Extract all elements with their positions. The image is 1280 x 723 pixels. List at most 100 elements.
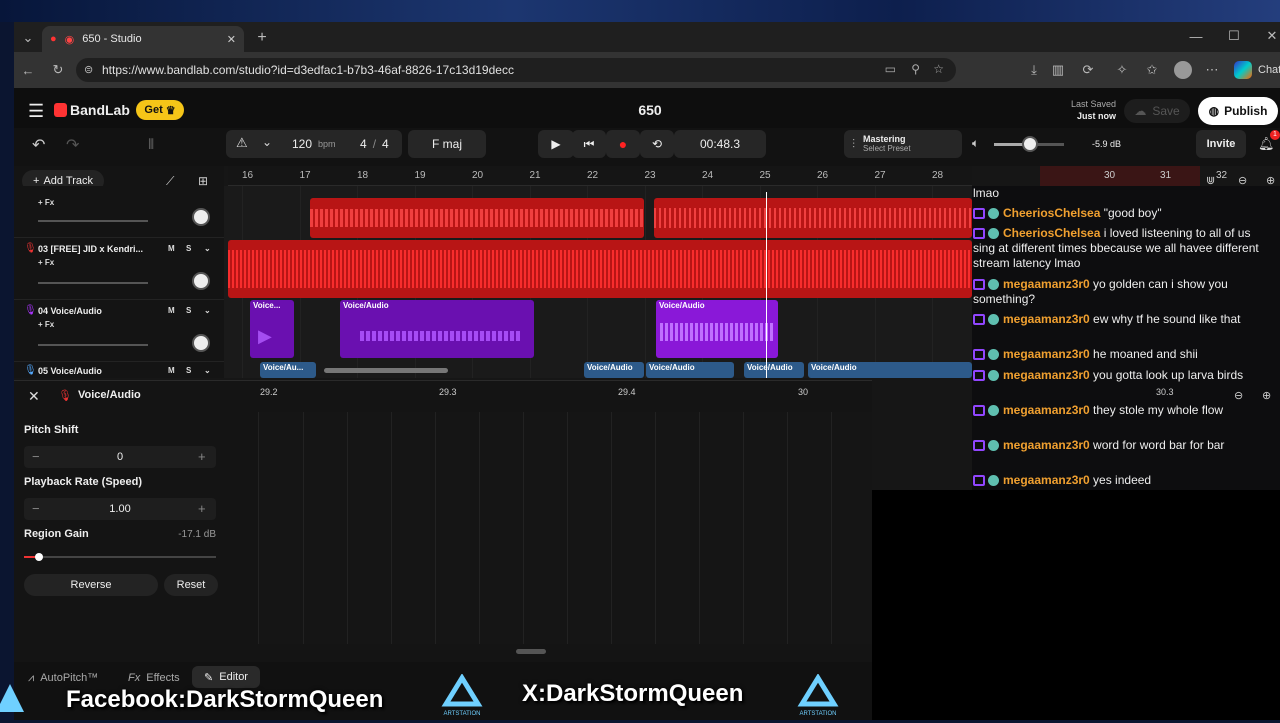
track-name[interactable]: 04 Voice/Audio bbox=[38, 306, 102, 316]
playback-rate-value[interactable]: 1.00 bbox=[100, 503, 140, 515]
back-icon[interactable]: ← bbox=[18, 60, 38, 80]
metronome-icon[interactable]: ⚠ bbox=[236, 135, 248, 151]
horizontal-scrollbar[interactable] bbox=[324, 368, 448, 373]
favorites-icon[interactable]: ✩ bbox=[1142, 60, 1162, 80]
mixer-icon[interactable]: ⦀ bbox=[148, 136, 154, 153]
track-header-5[interactable]: 🎙︎ 05 Voice/Audio M S ⌄ bbox=[14, 362, 224, 378]
solo-button[interactable]: S bbox=[186, 366, 191, 375]
track-header-2[interactable]: + Fx bbox=[14, 186, 224, 238]
browser-tab[interactable]: ● ◉ 650 - Studio ✕ bbox=[42, 26, 244, 52]
site-info-icon[interactable]: ⊜ bbox=[84, 63, 93, 76]
bpm-value[interactable]: 120 bbox=[292, 137, 312, 151]
track-pan-knob[interactable] bbox=[192, 334, 210, 352]
track-pan-knob[interactable] bbox=[192, 208, 210, 226]
audio-region[interactable] bbox=[654, 198, 972, 238]
track-options-icon[interactable]: ⌄ bbox=[204, 244, 211, 253]
voice-region[interactable]: Voice/Audio bbox=[656, 300, 778, 358]
extensions-icon[interactable]: ▥ bbox=[1048, 60, 1068, 80]
region-gain-slider[interactable] bbox=[24, 556, 216, 558]
timeline-ruler[interactable]: 16 17 18 19 20 21 22 23 24 25 26 27 28 bbox=[228, 166, 972, 186]
reset-button[interactable]: Reset bbox=[164, 574, 218, 596]
track-header-3[interactable]: 🎙︎ 03 [FREE] JID x Kendri... M S ⌄ + Fx bbox=[14, 238, 224, 300]
voice-region[interactable]: Voice/Audio bbox=[744, 362, 804, 378]
voice-region[interactable]: Voice/Audio bbox=[340, 300, 534, 358]
chat-button[interactable]: Chat bbox=[1258, 64, 1280, 76]
close-tab-icon[interactable]: ✕ bbox=[227, 33, 236, 46]
publish-button[interactable]: ◍ Publish bbox=[1198, 97, 1278, 125]
close-window-icon[interactable]: ✕ bbox=[1262, 26, 1280, 46]
menu-icon[interactable]: ☰ bbox=[28, 101, 44, 122]
get-membership-button[interactable]: Get ♛ bbox=[136, 100, 184, 120]
track-fx[interactable]: + Fx bbox=[38, 258, 54, 267]
favorite-icon[interactable]: ☆ bbox=[933, 62, 944, 76]
tab-list-icon[interactable]: ⌄ bbox=[18, 28, 38, 48]
editor-grid[interactable] bbox=[258, 412, 872, 644]
track-header-4[interactable]: 🎙︎ 04 Voice/Audio M S ⌄ + Fx bbox=[14, 300, 224, 362]
minimize-icon[interactable]: — bbox=[1186, 26, 1206, 46]
speaker-icon[interactable]: 🔈︎ bbox=[972, 136, 979, 151]
track-fx[interactable]: + Fx bbox=[38, 198, 54, 207]
editor-tab[interactable]: ✎ Editor bbox=[192, 666, 260, 688]
return-to-start-button[interactable]: ⏮ bbox=[572, 130, 606, 158]
track-name[interactable]: 03 [FREE] JID x Kendri... bbox=[38, 244, 143, 254]
track-name[interactable]: 05 Voice/Audio bbox=[38, 366, 102, 376]
metronome-dropdown-icon[interactable]: ⌄ bbox=[262, 135, 272, 149]
mastering-button[interactable]: ⫶ Mastering Select Preset bbox=[844, 130, 962, 158]
reverse-button[interactable]: Reverse bbox=[24, 574, 158, 596]
audio-region[interactable] bbox=[228, 240, 972, 298]
copilot-icon[interactable] bbox=[1234, 61, 1252, 79]
url-field[interactable]: ⊜ https://www.bandlab.com/studio?id=d3ed… bbox=[76, 58, 956, 82]
voice-region[interactable]: Voice/Audio bbox=[584, 362, 644, 378]
loop-button[interactable]: ⟲ bbox=[640, 130, 674, 158]
track-options-icon[interactable]: ⌄ bbox=[204, 306, 211, 315]
voice-region[interactable]: Voice/Audio bbox=[646, 362, 734, 378]
undo-icon[interactable]: ↶ bbox=[32, 135, 45, 155]
editor-zoom-out-icon[interactable]: ⊖ bbox=[1234, 389, 1243, 402]
maximize-icon[interactable]: ☐ bbox=[1224, 26, 1244, 46]
voice-region[interactable]: Voice/Au... bbox=[260, 362, 316, 378]
new-tab-icon[interactable]: + bbox=[252, 28, 272, 48]
more-icon[interactable]: ⋯ bbox=[1202, 60, 1222, 80]
rate-decrease-button[interactable]: − bbox=[32, 501, 40, 516]
record-button[interactable]: ● bbox=[606, 130, 640, 158]
voice-region[interactable]: Voice... ▶ bbox=[250, 300, 294, 358]
redo-icon[interactable]: ↷ bbox=[66, 135, 79, 155]
download-icon[interactable]: ⤓ bbox=[1024, 60, 1044, 80]
pitch-decrease-button[interactable]: − bbox=[32, 449, 40, 464]
track-fx[interactable]: + Fx bbox=[38, 320, 54, 329]
panel-resize-handle[interactable] bbox=[516, 649, 546, 654]
key-selector[interactable]: F maj bbox=[408, 130, 486, 158]
reload-icon[interactable]: ↻ bbox=[48, 60, 68, 80]
track-volume-slider[interactable] bbox=[38, 282, 148, 284]
save-button[interactable]: ☁ Save bbox=[1124, 99, 1190, 123]
editor-zoom-in-icon[interactable]: ⊕ bbox=[1262, 389, 1271, 402]
project-title[interactable]: 650 bbox=[620, 102, 680, 118]
refresh-ext-icon[interactable]: ⟳ bbox=[1078, 60, 1098, 80]
pitch-shift-value[interactable]: 0 bbox=[100, 451, 140, 463]
extension-puzzle-icon[interactable]: ✧ bbox=[1112, 60, 1132, 80]
profile-avatar[interactable] bbox=[1174, 61, 1192, 79]
reader-icon[interactable]: ▭ bbox=[885, 62, 896, 76]
time-signature[interactable]: 4 / 4 bbox=[360, 137, 389, 151]
voice-region[interactable]: Voice/Audio bbox=[808, 362, 972, 378]
autopitch-tab[interactable]: ⩘ AutoPitch™ bbox=[28, 668, 98, 688]
audio-region[interactable] bbox=[310, 198, 644, 238]
track-volume-slider[interactable] bbox=[38, 344, 148, 346]
play-button[interactable]: ▶ bbox=[538, 130, 574, 158]
track-volume-slider[interactable] bbox=[38, 220, 148, 222]
master-volume-knob[interactable] bbox=[1022, 136, 1038, 152]
pitch-increase-button[interactable]: + bbox=[198, 449, 206, 464]
playhead[interactable] bbox=[766, 192, 767, 378]
loop-region-marker[interactable] bbox=[1040, 166, 1200, 186]
track-pan-knob[interactable] bbox=[192, 272, 210, 290]
mute-button[interactable]: M bbox=[168, 306, 175, 315]
rate-increase-button[interactable]: + bbox=[198, 501, 206, 516]
close-editor-icon[interactable]: ✕ bbox=[28, 388, 40, 405]
zoom-icon[interactable]: ⚲ bbox=[911, 62, 920, 76]
invite-button[interactable]: Invite bbox=[1196, 130, 1246, 158]
solo-button[interactable]: S bbox=[186, 306, 191, 315]
track-options-icon[interactable]: ⌄ bbox=[204, 366, 211, 375]
solo-button[interactable]: S bbox=[186, 244, 191, 253]
bandlab-logo[interactable]: BandLab bbox=[70, 102, 130, 118]
effects-tab[interactable]: Fx Effects bbox=[128, 668, 180, 688]
